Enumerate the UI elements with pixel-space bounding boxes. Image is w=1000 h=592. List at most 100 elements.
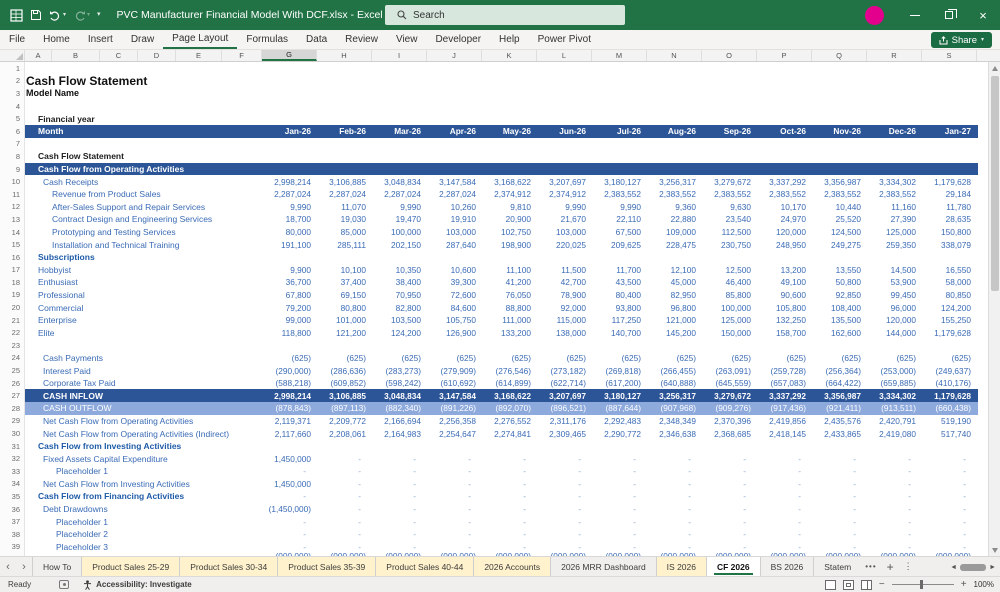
row-number[interactable]: 28: [0, 402, 25, 415]
data-cell[interactable]: 20,900: [482, 214, 537, 224]
data-cell[interactable]: 11,700: [592, 265, 647, 275]
data-cell[interactable]: -: [757, 491, 812, 501]
data-cell[interactable]: Jan-27: [922, 126, 977, 136]
data-cell[interactable]: 2,420,791: [867, 416, 922, 426]
data-cell[interactable]: 9,990: [372, 202, 427, 212]
data-cell[interactable]: 70,950: [372, 290, 427, 300]
data-cell[interactable]: 519,190: [922, 416, 977, 426]
data-cell[interactable]: 80,400: [592, 290, 647, 300]
data-cell[interactable]: (266,455): [647, 366, 702, 376]
data-cell[interactable]: -: [482, 517, 537, 527]
row-number[interactable]: 8: [0, 150, 25, 163]
row-label-cell[interactable]: Cash Flow from Operating Activities: [25, 164, 262, 174]
data-cell[interactable]: (625): [867, 353, 922, 363]
data-cell[interactable]: -: [702, 479, 757, 489]
data-cell[interactable]: (625): [592, 353, 647, 363]
data-cell[interactable]: -: [647, 454, 702, 464]
data-cell[interactable]: (625): [537, 353, 592, 363]
data-cell[interactable]: -: [262, 491, 317, 501]
tab-scrollbar-thumb[interactable]: [960, 563, 987, 571]
data-cell[interactable]: -: [427, 517, 482, 527]
row-number[interactable]: 31: [0, 439, 25, 453]
data-cell[interactable]: (640,888): [647, 378, 702, 388]
row-number[interactable]: 38: [0, 527, 25, 541]
data-cell[interactable]: 3,147,584: [427, 177, 482, 187]
data-cell[interactable]: -: [757, 529, 812, 539]
data-cell[interactable]: 2,370,396: [702, 416, 757, 426]
row-number[interactable]: 16: [0, 250, 25, 264]
data-cell[interactable]: 2,419,856: [757, 416, 812, 426]
column-header-B[interactable]: B: [52, 50, 100, 61]
data-cell[interactable]: 2,998,214: [262, 177, 317, 187]
data-cell[interactable]: 13,200: [757, 265, 812, 275]
row-number[interactable]: 22: [0, 326, 25, 340]
data-cell[interactable]: 10,440: [812, 202, 867, 212]
row-number[interactable]: 6: [0, 124, 25, 138]
data-cell[interactable]: 2,435,576: [812, 416, 867, 426]
data-cell[interactable]: 100,000: [372, 227, 427, 237]
data-cell[interactable]: -: [867, 479, 922, 489]
data-cell[interactable]: (907,968): [647, 403, 702, 413]
data-cell[interactable]: (249,637): [922, 366, 977, 376]
data-cell[interactable]: (263,091): [702, 366, 757, 376]
row-label-cell[interactable]: Cash Payments: [25, 353, 262, 363]
data-cell[interactable]: 248,950: [757, 240, 812, 250]
row-number[interactable]: 27: [0, 389, 25, 403]
data-cell[interactable]: -: [867, 517, 922, 527]
ribbon-tab-developer[interactable]: Developer: [426, 30, 490, 49]
accessibility-status[interactable]: Accessibility: Investigate: [83, 579, 192, 590]
data-cell[interactable]: 2,418,145: [757, 429, 812, 439]
data-cell[interactable]: 38,400: [372, 277, 427, 287]
data-cell[interactable]: 29,184: [922, 189, 977, 199]
data-cell[interactable]: 92,000: [537, 303, 592, 313]
data-cell[interactable]: -: [922, 529, 977, 539]
data-cell[interactable]: 3,356,987: [812, 177, 867, 187]
data-cell[interactable]: 3,207,697: [537, 391, 592, 401]
data-cell[interactable]: 72,600: [427, 290, 482, 300]
data-cell[interactable]: -: [812, 479, 867, 489]
data-cell[interactable]: 125,000: [867, 227, 922, 237]
data-cell[interactable]: -: [812, 466, 867, 476]
data-cell[interactable]: -: [427, 529, 482, 539]
data-cell[interactable]: -: [427, 479, 482, 489]
zoom-out-icon[interactable]: −: [879, 579, 885, 590]
sheet-tab-statem[interactable]: Statem: [814, 557, 860, 576]
row-label-cell[interactable]: Placeholder 2: [25, 529, 262, 539]
data-cell[interactable]: -: [592, 454, 647, 464]
row-number[interactable]: 12: [0, 200, 25, 214]
data-cell[interactable]: 12,100: [647, 265, 702, 275]
data-cell[interactable]: -: [647, 466, 702, 476]
row-label-cell[interactable]: Commercial: [25, 303, 262, 313]
data-cell[interactable]: 121,000: [647, 315, 702, 325]
data-cell[interactable]: -: [537, 491, 592, 501]
page-break-view-icon[interactable]: [860, 579, 872, 590]
data-cell[interactable]: 19,030: [317, 214, 372, 224]
row-label-cell[interactable]: Net Cash Flow from Investing Activities: [25, 479, 262, 489]
column-header-N[interactable]: N: [647, 50, 702, 61]
data-cell[interactable]: -: [482, 466, 537, 476]
row-number[interactable]: 5: [0, 112, 25, 125]
row-label-cell[interactable]: Professional: [25, 290, 262, 300]
data-cell[interactable]: -: [702, 517, 757, 527]
macro-record-icon[interactable]: [59, 580, 70, 589]
data-cell[interactable]: -: [922, 479, 977, 489]
data-cell[interactable]: -: [647, 491, 702, 501]
row-number[interactable]: 25: [0, 364, 25, 377]
data-cell[interactable]: 2,368,685: [702, 429, 757, 439]
data-cell[interactable]: (588,218): [262, 378, 317, 388]
save-icon[interactable]: [30, 9, 42, 21]
row-number[interactable]: 37: [0, 515, 25, 528]
row-label-cell[interactable]: Placeholder 1: [25, 517, 262, 527]
row-number[interactable]: 2: [0, 74, 25, 88]
row-number[interactable]: 29: [0, 414, 25, 428]
data-cell[interactable]: 10,100: [317, 265, 372, 275]
data-cell[interactable]: 3,356,987: [812, 391, 867, 401]
data-cell[interactable]: -: [537, 466, 592, 476]
data-cell[interactable]: 2,209,772: [317, 416, 372, 426]
data-cell[interactable]: 102,750: [482, 227, 537, 237]
sheet-tab-2026-accounts[interactable]: 2026 Accounts: [474, 557, 552, 576]
sheet-tab-product-sales-30-34[interactable]: Product Sales 30-34: [180, 557, 279, 576]
data-cell[interactable]: (645,559): [702, 378, 757, 388]
data-cell[interactable]: 3,106,885: [317, 391, 372, 401]
data-cell[interactable]: 2,311,176: [537, 416, 592, 426]
